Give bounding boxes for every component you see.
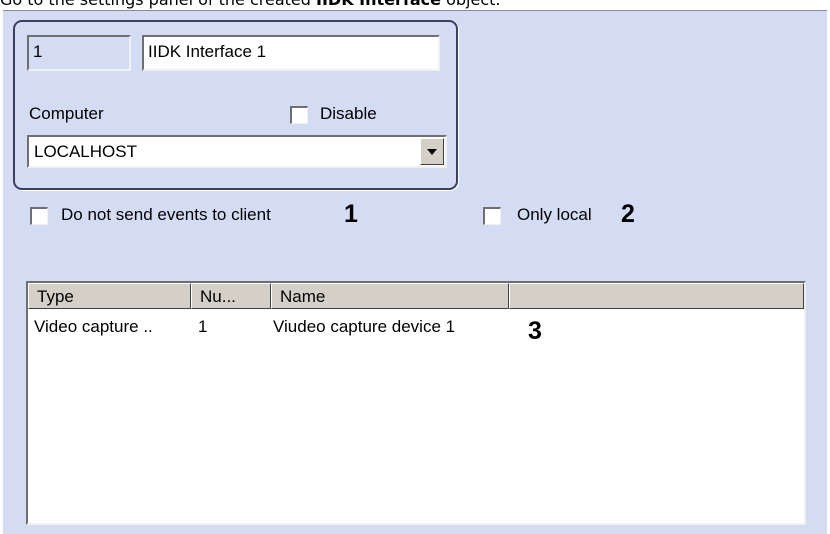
column-header-type[interactable]: Type xyxy=(28,283,191,309)
table-cell-name[interactable]: Viudeo capture device 1 xyxy=(273,313,513,341)
callout-marker-1: 1 xyxy=(344,200,358,228)
object-properties-group: 1 IIDK Interface 1 Computer Disable LOCA… xyxy=(13,20,458,190)
object-id-field[interactable]: 1 xyxy=(27,35,131,71)
instruction-suffix: object. xyxy=(441,0,500,9)
column-header-number[interactable]: Nu... xyxy=(191,283,271,309)
only-local-checkbox[interactable] xyxy=(483,207,501,225)
table-cell-number[interactable]: 1 xyxy=(198,313,268,341)
column-header-empty[interactable] xyxy=(509,283,804,309)
device-list[interactable]: Type Nu... Name Video capture .. 1 Viude… xyxy=(26,281,806,525)
computer-select-value: LOCALHOST xyxy=(34,142,137,161)
disable-label: Disable xyxy=(320,104,377,123)
computer-select[interactable]: LOCALHOST xyxy=(27,135,447,168)
device-list-header: Type Nu... Name xyxy=(28,283,804,309)
disable-checkbox[interactable] xyxy=(290,106,308,124)
instruction-object-name: IIDK Interface xyxy=(316,0,441,9)
instruction-text: Go to the settings panel of the created … xyxy=(0,0,830,10)
callout-marker-2: 2 xyxy=(621,200,635,228)
do-not-send-events-label: Do not send events to client xyxy=(61,205,271,224)
settings-panel: 1 IIDK Interface 1 Computer Disable LOCA… xyxy=(3,10,827,534)
computer-label: Computer xyxy=(29,104,104,123)
instruction-prefix: Go to the settings panel of the created xyxy=(0,0,316,9)
object-name-field[interactable]: IIDK Interface 1 xyxy=(142,35,440,71)
do-not-send-events-checkbox[interactable] xyxy=(30,207,48,225)
table-cell-type[interactable]: Video capture .. xyxy=(34,313,191,341)
column-header-name[interactable]: Name xyxy=(271,283,509,309)
chevron-down-icon[interactable] xyxy=(420,138,444,165)
callout-marker-3: 3 xyxy=(528,317,542,345)
only-local-label: Only local xyxy=(517,205,592,224)
